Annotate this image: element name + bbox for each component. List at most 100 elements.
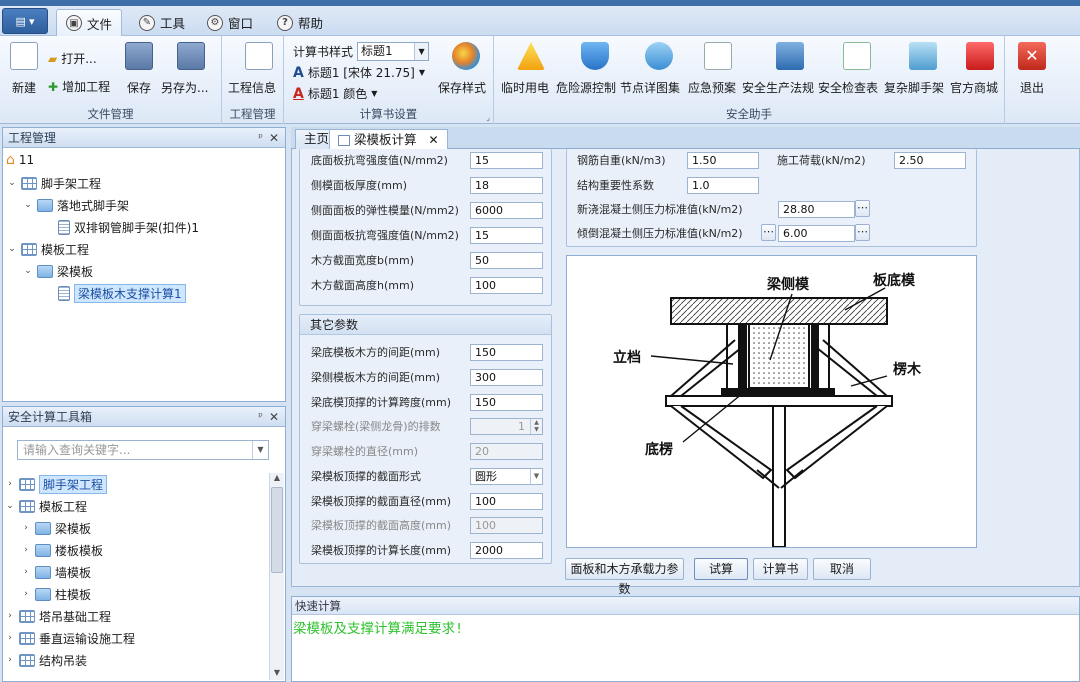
hazard-control-button[interactable]: 危险源控制 xyxy=(556,42,616,96)
chevron-right-icon[interactable]: › xyxy=(5,655,15,665)
more-icon[interactable]: ⋯ xyxy=(855,224,870,241)
field-input[interactable]: 28.80 xyxy=(778,200,855,218)
field-input[interactable]: 2000 xyxy=(470,541,543,559)
field-input[interactable]: 1.0 xyxy=(687,176,759,194)
tab-beam-calc[interactable]: 梁模板计算 ✕ xyxy=(329,129,448,150)
tree-item-scaffold[interactable]: ⌄ 脚手架工程 xyxy=(7,173,101,193)
complex-scaffold-button[interactable]: 复杂脚手架 xyxy=(884,42,944,96)
checklist-button[interactable]: 安全检查表 xyxy=(818,42,878,96)
node-details-button[interactable]: 节点详图集 xyxy=(620,42,680,96)
chevron-down-icon[interactable]: ▼ xyxy=(530,468,542,484)
open-button[interactable]: ▰ 打开... xyxy=(48,50,97,67)
toolbox-item-vertical[interactable]: › 垂直运输设施工程 xyxy=(5,628,135,648)
style-select[interactable]: 标题1 ▼ xyxy=(357,42,430,61)
tab-tools[interactable]: ✎ 工具 xyxy=(130,9,194,36)
font-row[interactable]: A 标题1 [宋体 21.75] ▼ xyxy=(293,64,425,81)
pin-icon[interactable]: ᵖ xyxy=(258,128,263,148)
field-input[interactable]: 50 xyxy=(470,251,543,269)
calc-book-button[interactable]: 计算书 xyxy=(753,558,808,580)
temp-power-button[interactable]: 临时用电 xyxy=(501,42,549,96)
tree-item-root[interactable]: ⌂ 11 xyxy=(6,150,34,170)
field-input[interactable]: 300 xyxy=(470,368,543,386)
field-input[interactable]: 100 xyxy=(470,276,543,294)
chevron-right-icon[interactable]: › xyxy=(21,523,31,533)
tab-help[interactable]: ? 帮助 xyxy=(268,9,332,36)
field-input[interactable]: 6.00 xyxy=(778,224,855,242)
official-store-button[interactable]: 官方商城 xyxy=(950,42,998,96)
field-input[interactable]: 20 xyxy=(470,442,543,460)
save-icon xyxy=(125,42,153,70)
field-input[interactable]: 100 xyxy=(470,516,543,534)
toolbox-item-hoisting[interactable]: › 结构吊装 xyxy=(5,650,87,670)
emergency-plan-label: 应急预案 xyxy=(688,81,737,95)
params-button[interactable]: 面板和木方承载力参数 xyxy=(565,558,684,596)
section-shape-select[interactable]: 圆形 ▼ xyxy=(470,467,543,485)
tree-item-beam-formwork[interactable]: ⌄ 梁模板 xyxy=(23,261,93,281)
tab-window[interactable]: ⚙ 窗口 xyxy=(198,9,262,36)
toolbox-scrollbar[interactable]: ▲ ▼ xyxy=(269,473,284,680)
tree-item-floor-scaffold[interactable]: ⌄ 落地式脚手架 xyxy=(23,195,129,215)
close-icon[interactable]: ✕ xyxy=(429,131,439,149)
tree-item-formwork[interactable]: ⌄ 模板工程 xyxy=(7,239,89,259)
chevron-right-icon[interactable]: › xyxy=(5,611,15,621)
field-input[interactable]: 15 xyxy=(470,151,543,169)
chevron-down-icon[interactable]: ⌄ xyxy=(23,200,33,210)
toolbox-item-slab[interactable]: › 楼板模板 xyxy=(21,540,103,560)
tab-file[interactable]: ▣ 文件 xyxy=(56,9,123,36)
trial-calc-button[interactable]: 试算 xyxy=(694,558,748,580)
field-input[interactable]: 1.50 xyxy=(687,151,759,169)
color-row[interactable]: A 标题1 颜色 ▼ xyxy=(293,85,377,102)
save-button[interactable]: 保存 xyxy=(125,42,153,96)
save-style-button[interactable]: 保存样式 xyxy=(438,42,486,96)
field-input[interactable]: 150 xyxy=(470,343,543,361)
exit-button[interactable]: ✕ 退出 xyxy=(1018,42,1046,96)
field-input[interactable]: 15 xyxy=(470,226,543,244)
field-input[interactable]: 150 xyxy=(470,393,543,411)
project-info-button[interactable]: 工程信息 xyxy=(228,42,276,96)
chevron-down-icon[interactable]: ⌄ xyxy=(5,501,15,511)
toolbox-item-formwork[interactable]: ⌄ 模板工程 xyxy=(5,496,87,516)
toolbox-item-hoisting-label: 结构吊装 xyxy=(39,653,88,668)
new-button[interactable]: 新建 xyxy=(10,42,38,96)
pin-icon[interactable]: ᵖ xyxy=(258,407,263,427)
more-icon[interactable]: ⋯ xyxy=(855,200,870,217)
chevron-right-icon[interactable]: › xyxy=(21,545,31,555)
toolbox-item-wall[interactable]: › 墙模板 xyxy=(21,562,91,582)
chevron-down-icon[interactable]: ⌄ xyxy=(7,178,17,188)
field-label: 木方截面宽度b(mm) xyxy=(311,254,414,267)
tree-item-beam-calc[interactable]: 梁模板木支撑计算1 xyxy=(58,283,186,303)
close-icon[interactable]: ✕ xyxy=(269,407,279,427)
scroll-down-icon[interactable]: ▼ xyxy=(270,668,284,680)
more-icon[interactable]: ⋯ xyxy=(761,224,776,241)
toolbox-item-crane[interactable]: › 塔吊基础工程 xyxy=(5,606,111,626)
save-as-button[interactable]: 另存为... xyxy=(161,42,208,96)
field-input[interactable]: 6000 xyxy=(470,201,543,219)
app-menu-button[interactable]: ▤ ▾ xyxy=(2,8,48,34)
chevron-down-icon[interactable]: ⌄ xyxy=(23,266,33,276)
toolbox-item-column[interactable]: › 柱模板 xyxy=(21,584,91,604)
emergency-plan-button[interactable]: 应急预案 xyxy=(688,42,736,96)
field-input[interactable]: 100 xyxy=(470,492,543,510)
cancel-button[interactable]: 取消 xyxy=(813,558,871,580)
field-label: 梁模板顶撑的截面高度(mm) xyxy=(311,519,452,532)
toolbox-item-beam[interactable]: › 梁模板 xyxy=(21,518,91,538)
bolt-rows-stepper[interactable]: 1 ▲ ▼ xyxy=(470,417,543,435)
scroll-up-icon[interactable]: ▲ xyxy=(270,473,284,485)
chevron-down-icon[interactable]: ⌄ xyxy=(7,244,17,254)
chevron-right-icon[interactable]: › xyxy=(5,479,15,489)
chevron-right-icon[interactable]: › xyxy=(5,633,15,643)
add-project-button[interactable]: ✚ 增加工程 xyxy=(48,78,110,95)
field-input[interactable]: 18 xyxy=(470,176,543,194)
scrollbar-thumb[interactable] xyxy=(271,487,283,573)
toolbox-item-scaffold[interactable]: › 脚手架工程 xyxy=(5,474,108,494)
dialog-launcher-icon[interactable]: ⌟ xyxy=(486,113,490,122)
chevron-right-icon[interactable]: › xyxy=(21,589,31,599)
chevron-down-icon[interactable]: ▼ xyxy=(252,441,268,459)
safety-law-button[interactable]: 安全生产法规 xyxy=(742,42,814,96)
close-icon[interactable]: ✕ xyxy=(269,128,279,148)
tree-item-double-scaffold[interactable]: 双排钢管脚手架(扣件)1 xyxy=(58,217,199,237)
spin-arrows-icon[interactable]: ▲ ▼ xyxy=(530,418,542,434)
chevron-right-icon[interactable]: › xyxy=(21,567,31,577)
toolbox-search-input[interactable]: 请输入查询关键字... ▼ xyxy=(17,440,269,460)
field-input[interactable]: 2.50 xyxy=(894,151,966,169)
